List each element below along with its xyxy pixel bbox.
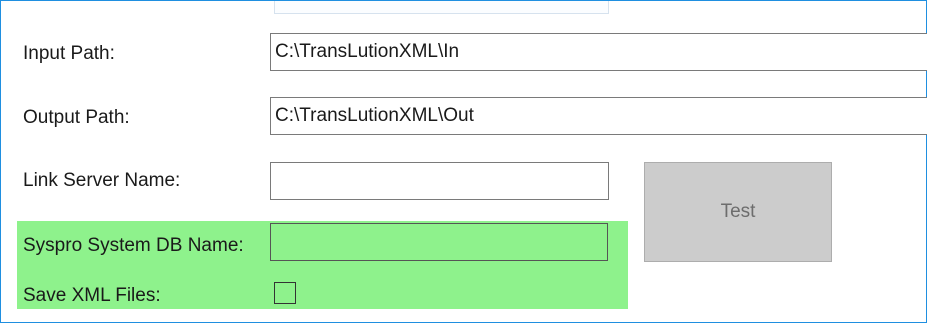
syspro-system-db-name-label: Syspro System DB Name: (23, 235, 244, 256)
input-path-field[interactable]: C:\TransLutionXML\In (270, 33, 927, 71)
settings-panel: Input Path: C:\TransLutionXML\In Output … (0, 0, 927, 323)
output-path-field[interactable]: C:\TransLutionXML\Out (270, 97, 927, 135)
test-button[interactable]: Test (644, 162, 832, 262)
save-xml-files-label: Save XML Files: (23, 285, 161, 306)
link-server-name-label: Link Server Name: (23, 170, 181, 191)
link-server-name-field[interactable] (270, 162, 609, 200)
input-path-label: Input Path: (23, 43, 115, 64)
save-xml-files-checkbox[interactable] (274, 282, 296, 304)
partial-field-above (274, 1, 609, 14)
syspro-system-db-name-field[interactable] (270, 223, 608, 261)
output-path-label: Output Path: (23, 107, 130, 128)
